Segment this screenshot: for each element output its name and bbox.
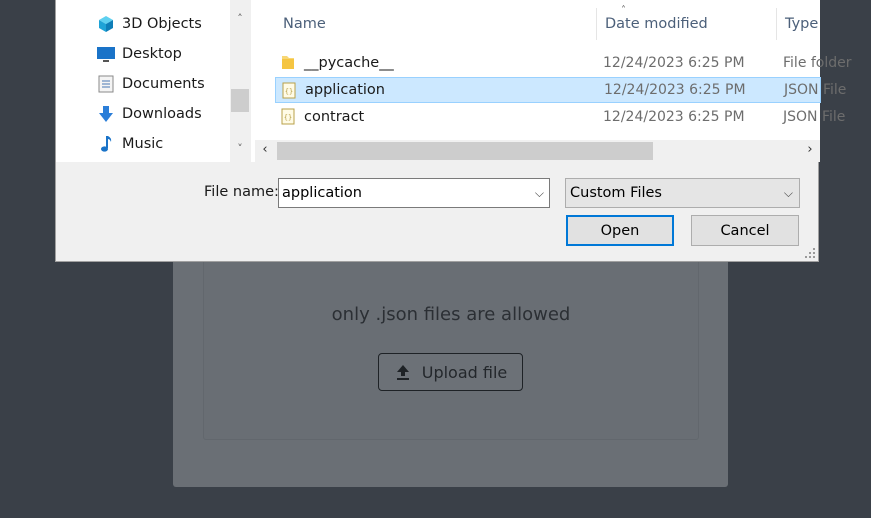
column-header-type[interactable]: Type <box>777 8 837 40</box>
nav-item-downloads[interactable]: Downloads <box>96 99 202 129</box>
nav-item-music[interactable]: Music <box>96 129 163 159</box>
file-list: ˄ Name Date modified Type __pycache__ 12… <box>250 0 852 162</box>
file-row-selected[interactable]: {} application 12/24/2023 6:25 PM JSON F… <box>275 77 846 103</box>
music-icon <box>96 134 116 154</box>
navigation-pane: 3D Objects Desktop Documents Downloads M… <box>56 0 250 162</box>
nav-item-documents[interactable]: Documents <box>96 69 205 99</box>
file-open-dialog: 3D Objects Desktop Documents Downloads M… <box>55 0 852 262</box>
upload-hint: only .json files are allowed <box>331 304 571 325</box>
file-name-value: application <box>282 185 362 201</box>
resize-grip-icon[interactable] <box>804 247 816 259</box>
file-type: JSON File <box>784 82 847 98</box>
file-name: application <box>305 82 385 98</box>
nav-item-label: Downloads <box>122 106 202 122</box>
scroll-up-icon[interactable]: ˄ <box>230 12 250 25</box>
folder-icon <box>282 56 294 69</box>
documents-icon <box>96 74 116 94</box>
file-date: 12/24/2023 6:25 PM <box>603 109 745 125</box>
dropzone[interactable] <box>203 250 699 440</box>
nav-item-label: 3D Objects <box>122 16 202 32</box>
scroll-left-icon[interactable]: ‹ <box>255 142 275 157</box>
upload-file-label: Upload file <box>421 362 508 382</box>
file-date: 12/24/2023 6:25 PM <box>603 55 745 71</box>
chevron-down-icon: ⌵ <box>783 186 793 200</box>
file-type-filter[interactable]: Custom Files ⌵ <box>565 178 800 208</box>
horizontal-scrollbar[interactable]: ‹ › <box>255 140 820 162</box>
column-header-date[interactable]: Date modified <box>597 8 777 40</box>
upload-file-button[interactable]: Upload file <box>378 353 523 391</box>
nav-scrollbar[interactable]: ˄ ˅ <box>230 0 250 162</box>
nav-item-label: Desktop <box>122 46 182 62</box>
file-name: contract <box>304 109 365 125</box>
column-header-name[interactable]: Name <box>275 8 597 40</box>
nav-item-desktop[interactable]: Desktop <box>96 39 182 69</box>
scroll-down-icon[interactable]: ˅ <box>230 142 250 155</box>
file-name-input[interactable]: application ⌵ <box>278 178 550 208</box>
nav-item-label: Documents <box>122 76 205 92</box>
nav-item-3d-objects[interactable]: 3D Objects <box>96 9 202 39</box>
json-file-icon: {} <box>281 108 295 125</box>
column-label: Date modified <box>605 16 708 32</box>
svg-text:{}: {} <box>284 114 292 122</box>
horizontal-scroll-thumb[interactable] <box>277 142 653 160</box>
file-type-filter-value: Custom Files <box>570 185 662 201</box>
column-label: Type <box>785 16 819 32</box>
file-date: 12/24/2023 6:25 PM <box>604 82 746 98</box>
scroll-right-icon[interactable]: › <box>800 142 820 157</box>
column-label: Name <box>283 16 326 32</box>
file-name-label: File name: <box>204 184 279 200</box>
file-name: __pycache__ <box>304 55 394 71</box>
desktop-icon <box>96 44 116 64</box>
file-row[interactable]: {} contract 12/24/2023 6:25 PM JSON File <box>275 104 845 130</box>
svg-text:{}: {} <box>285 88 293 96</box>
file-row[interactable]: __pycache__ 12/24/2023 6:25 PM File fold… <box>275 50 852 76</box>
downloads-icon <box>96 104 116 124</box>
upload-icon <box>396 365 409 380</box>
nav-scroll-thumb[interactable] <box>231 89 249 112</box>
open-button[interactable]: Open <box>566 215 674 246</box>
file-type: File folder <box>783 55 852 71</box>
chevron-down-icon[interactable]: ⌵ <box>535 186 544 201</box>
3d-objects-icon <box>96 14 116 34</box>
file-type: JSON File <box>783 109 846 125</box>
nav-item-label: Music <box>122 136 164 152</box>
cancel-button[interactable]: Cancel <box>691 215 799 246</box>
json-file-icon: {} <box>282 82 296 99</box>
